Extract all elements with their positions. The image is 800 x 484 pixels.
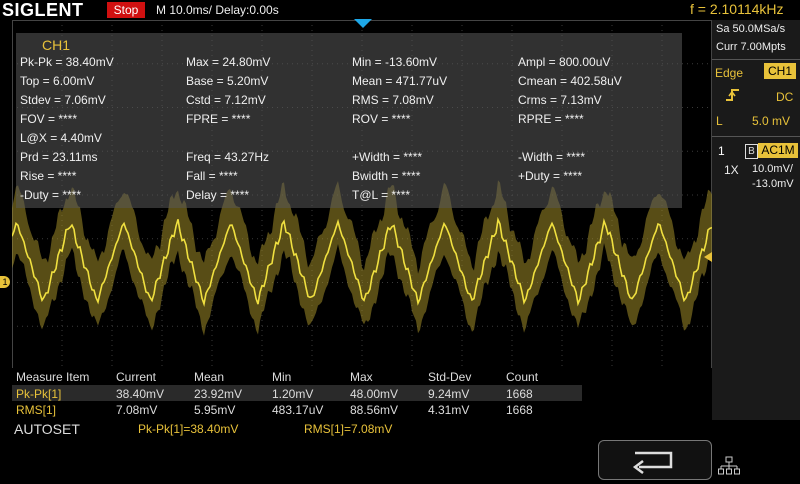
channel-number: 1: [718, 144, 725, 158]
measurement-item: -Width = ****: [518, 150, 586, 164]
trigger-level-value[interactable]: 5.0 mV: [752, 114, 790, 128]
channel-1-offset-marker[interactable]: 1: [0, 276, 10, 288]
stats-cell: 88.56mV: [350, 403, 399, 417]
measurement-item: L@X = 4.40mV: [20, 131, 102, 145]
trigger-level-marker[interactable]: [704, 252, 712, 262]
stats-cell[interactable]: RMS[1]: [16, 403, 56, 417]
divider: [712, 136, 800, 137]
trigger-source-badge[interactable]: CH1: [764, 63, 796, 79]
stats-cell: 23.92mV: [194, 387, 243, 401]
trigger-type[interactable]: Edge: [715, 66, 743, 80]
measurement-item: ROV = ****: [352, 112, 411, 126]
stats-cell: 4.31mV: [428, 403, 470, 417]
stats-header: Min: [272, 370, 292, 384]
summary-pkpk: Pk-Pk[1]=38.40mV: [138, 422, 239, 436]
stats-cell: 1668: [506, 403, 533, 417]
measurement-item: Fall = ****: [186, 169, 238, 183]
summary-rms: RMS[1]=7.08mV: [304, 422, 393, 436]
trigger-position-marker[interactable]: [354, 19, 372, 28]
stats-cell[interactable]: Pk-Pk[1]: [16, 387, 61, 401]
sample-rate: Sa 50.0MSa/s: [716, 23, 786, 35]
measurement-item: RMS = 7.08mV: [352, 93, 434, 107]
stats-cell: 48.00mV: [350, 387, 399, 401]
measurement-item: Freq = 43.27Hz: [186, 150, 270, 164]
divider: [712, 59, 800, 60]
bandwidth-limit-indicator: B: [745, 144, 758, 159]
stats-header: Current: [116, 370, 157, 384]
rising-edge-icon: [726, 89, 739, 101]
measurement-panel-title: CH1: [42, 37, 71, 53]
measurement-item: FPRE = ****: [186, 112, 251, 126]
measurement-item: Crms = 7.13mV: [518, 93, 602, 107]
stats-cell: 9.24mV: [428, 387, 470, 401]
memory-depth: Curr 7.00Mpts: [716, 41, 786, 53]
stats-cell: 7.08mV: [116, 403, 158, 417]
stats-header: Std-Dev: [428, 370, 472, 384]
measurement-item: -Duty = ****: [20, 188, 82, 202]
stats-cell: 5.95mV: [194, 403, 236, 417]
measurement-item: Pk-Pk = 38.40mV: [20, 55, 114, 69]
measurement-item: T@L = ****: [352, 188, 411, 202]
measurement-item: Mean = 471.77uV: [352, 74, 448, 88]
timebase-readout[interactable]: M 10.0ms/ Delay:0.00s: [156, 2, 279, 18]
measurement-item: Delay = ****: [186, 188, 250, 202]
measurement-item: Min = -13.60mV: [352, 55, 438, 69]
stats-header: Count: [506, 370, 539, 384]
measurement-item: +Duty = ****: [518, 169, 583, 183]
measurement-item: Stdev = 7.06mV: [20, 93, 106, 107]
stats-cell: 38.40mV: [116, 387, 165, 401]
stats-cell: 483.17uV: [272, 403, 324, 417]
stats-cell: 1668: [506, 387, 533, 401]
frequency-counter: f = 2.10114kHz: [690, 1, 784, 17]
stats-header: Measure Item: [16, 370, 90, 384]
measurement-item: RPRE = ****: [518, 112, 584, 126]
right-info-panel: [712, 20, 800, 440]
stats-header: Mean: [194, 370, 225, 384]
measurement-item: Base = 5.20mV: [186, 74, 269, 88]
back-button[interactable]: [598, 440, 712, 480]
run-stop-indicator[interactable]: Stop: [107, 2, 145, 18]
stats-cell: 1.20mV: [272, 387, 314, 401]
channel-offset[interactable]: -13.0mV: [752, 178, 794, 190]
measurement-item: +Width = ****: [352, 150, 423, 164]
trigger-level-label: L: [716, 114, 723, 128]
measurement-item: Top = 6.00mV: [20, 74, 95, 88]
measurement-item: Rise = ****: [20, 169, 77, 183]
measurement-item: Cstd = 7.12mV: [186, 93, 266, 107]
trigger-coupling[interactable]: DC: [776, 90, 793, 104]
channel-coupling-badge[interactable]: AC1M: [758, 143, 798, 158]
measurement-item: Max = 24.80mV: [186, 55, 271, 69]
measurement-item: Cmean = 402.58uV: [518, 74, 622, 88]
back-arrow-icon: [632, 451, 673, 474]
volts-per-division[interactable]: 10.0mV/: [752, 163, 793, 175]
measurement-item: Prd = 23.11ms: [20, 150, 98, 164]
stats-header: Max: [350, 370, 373, 384]
measurement-item: Bwidth = ****: [352, 169, 421, 183]
network-icon[interactable]: [718, 456, 740, 476]
autoset-label: AUTOSET: [14, 421, 80, 437]
brand-logo: SIGLENT: [2, 0, 84, 20]
measurement-item: Ampl = 800.00uV: [518, 55, 611, 69]
measurement-item: FOV = ****: [20, 112, 78, 126]
probe-attenuation: 1X: [724, 163, 739, 177]
